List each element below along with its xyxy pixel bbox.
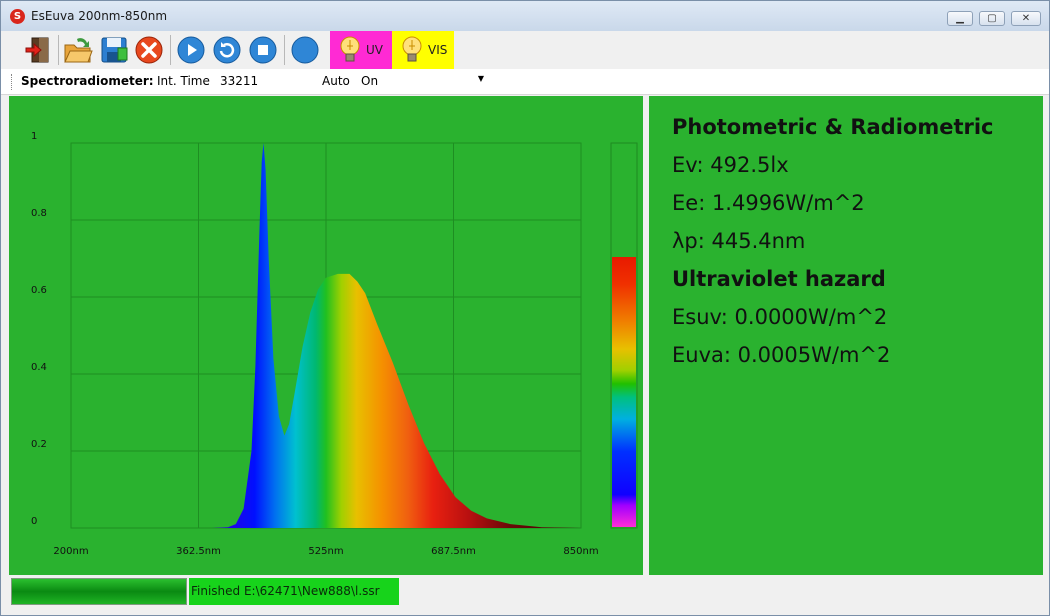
exit-icon [25,37,49,63]
stop-icon [135,36,163,64]
status-bar: Finished E:\62471\New888\l.ssr [1,575,1049,615]
save-button[interactable] [99,35,129,65]
start-button[interactable] [176,35,206,65]
uv-label: UV [366,43,383,57]
esuv-value: Esuv: 0.0000W/m^2 [672,305,888,329]
irradiance-value: Ee: 1.4996W/m^2 [672,191,865,215]
cancel-button[interactable] [134,35,164,65]
progress-bar [11,578,187,605]
toolbar: UV VIS [1,31,1049,70]
app-window: S EsEuva 200nm-850nm ▁ ▢ ✕ UV VIS Spectr… [0,0,1050,616]
toolbar-separator [58,35,59,65]
stop-measure-button[interactable] [248,35,278,65]
lightbulb-icon [402,36,422,62]
lightbulb-icon [340,36,360,62]
colorbar [612,257,636,527]
illuminance-value: Ev: 492.5lx [672,153,789,177]
y-tick-label: 0.4 [31,362,47,373]
x-tick-label: 362.5nm [176,546,221,557]
close-icon: ✕ [1021,13,1031,24]
app-logo-icon: S [10,9,25,24]
exit-button[interactable] [23,35,53,65]
int-time-label: Int. Time [157,74,210,88]
stop-square-icon [249,36,277,64]
y-tick-label: 0.8 [31,208,47,219]
auto-label: Auto [322,74,350,88]
refresh-icon [213,36,241,64]
progress-fill [12,579,186,604]
title-bar: S EsEuva 200nm-850nm ▁ ▢ ✕ [1,1,1049,31]
auto-select-value: On [361,74,379,88]
dark-button[interactable] [290,35,320,65]
save-icon [101,37,128,63]
maximize-icon: ▢ [987,13,997,24]
uv-hazard-heading: Ultraviolet hazard [672,267,886,291]
y-tick-label: 0.2 [31,439,47,450]
x-tick-label: 687.5nm [431,546,476,557]
vis-label: VIS [428,43,448,57]
minimize-icon: ▁ [956,13,964,24]
spectrum-chart-panel: 200nm 362.5nm 525nm 687.5nm 850nm 0 0.2 0.4 0.6… [9,96,643,575]
x-tick-label: 850nm [563,546,598,557]
vis-lamp-button[interactable]: VIS [392,31,454,69]
y-tick-label: 0.6 [31,285,47,296]
refresh-button[interactable] [212,35,242,65]
play-icon [177,36,205,64]
maximize-button[interactable]: ▢ [979,11,1005,26]
toolbar-separator [284,35,285,65]
y-tick-label: 1 [31,131,37,142]
minimize-button[interactable]: ▁ [947,11,973,26]
open-button[interactable] [63,35,93,65]
results-panel: Photometric & Radiometric Ev: 492.5lx Ee… [649,96,1043,575]
toolbar-separator [170,35,171,65]
peak-wavelength-value: λp: 445.4nm [672,229,806,253]
auto-select[interactable]: On ▼ [357,73,487,90]
euva-value: Euva: 0.0005W/m^2 [672,343,891,367]
moon-icon [291,36,319,64]
x-tick-label: 525nm [308,546,343,557]
status-message: Finished E:\62471\New888\l.ssr [189,578,399,605]
device-label: Spectroradiometer: [21,74,154,88]
uv-lamp-button[interactable]: UV [330,31,392,69]
dropdown-arrow-icon: ▼ [477,74,484,83]
close-button[interactable]: ✕ [1011,11,1041,26]
y-tick-label: 0 [31,516,37,527]
spectrum-chart: 200nm 362.5nm 525nm 687.5nm 850nm 0 0.2 0.4 0.6… [31,131,638,557]
toolbar-grip[interactable] [11,74,14,90]
open-folder-icon [64,38,93,63]
photometric-heading: Photometric & Radiometric [672,115,994,139]
window-title: EsEuva 200nm-850nm [31,9,168,23]
settings-bar: Spectroradiometer: Int. Time Auto On ▼ [1,69,1049,95]
x-tick-label: 200nm [53,546,88,557]
int-time-input[interactable] [218,72,318,90]
